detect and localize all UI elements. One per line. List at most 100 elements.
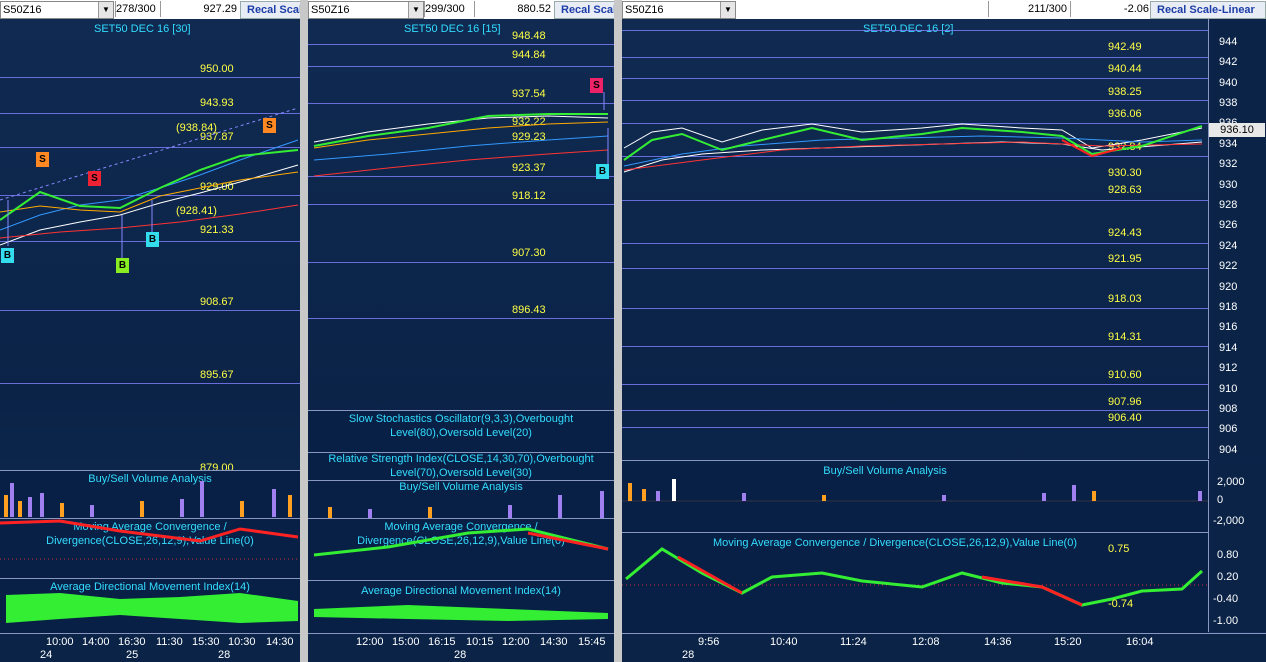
indicator-title: Level(80),Oversold Level(20) xyxy=(390,427,532,439)
time-label: 12:08 xyxy=(912,636,940,648)
level-label: 907.96 xyxy=(1108,396,1142,408)
axis-tick: 944 xyxy=(1219,36,1238,48)
time-label: 14:30 xyxy=(540,636,568,648)
level-label: 918.03 xyxy=(1108,293,1142,305)
date-label: 24 xyxy=(40,649,53,661)
axis-tick: -0.40 xyxy=(1213,593,1239,605)
time-label: 9:56 xyxy=(698,636,720,648)
axis-tick: 934 xyxy=(1219,138,1238,150)
panel-separator[interactable] xyxy=(614,0,622,662)
sell-marker: S xyxy=(88,171,101,186)
volume-indicator: Buy/Sell Volume Analysis xyxy=(308,480,614,519)
axis-tick: 926 xyxy=(1219,219,1238,231)
time-label: 14:00 xyxy=(82,636,110,648)
axis-tick: 920 xyxy=(1219,281,1238,293)
level-label: 907.30 xyxy=(512,247,546,259)
volume-axis: 2,000 0 -2,000 xyxy=(1208,460,1266,532)
time-label: 10:40 xyxy=(770,636,798,648)
axis-tick: 930 xyxy=(1219,179,1238,191)
time-axis: 10:00 14:00 16:30 11:30 15:30 10:30 14:3… xyxy=(0,633,300,662)
chart-panel-1: S50Z16 ▼ 278/300 927.29 Recal Scal SET50 … xyxy=(0,0,300,662)
axis-tick: 942 xyxy=(1219,56,1238,68)
axis-tick: 908 xyxy=(1219,403,1238,415)
panel-separator[interactable] xyxy=(300,0,308,662)
level-label: 910.60 xyxy=(1108,369,1142,381)
axis-tick: 0 xyxy=(1217,494,1224,506)
axis-tick: 918 xyxy=(1219,301,1238,313)
time-label: 10:15 xyxy=(466,636,494,648)
time-label: 11:24 xyxy=(840,636,867,648)
date-label: 28 xyxy=(218,649,231,661)
adx-indicator: Average Directional Movement Index(14) xyxy=(0,578,300,635)
time-label: 14:36 xyxy=(984,636,1012,648)
axis-tick: 914 xyxy=(1219,342,1238,354)
volume-indicator: Buy/Sell Volume Analysis xyxy=(0,470,300,519)
level-label: 914.31 xyxy=(1108,331,1142,343)
price-axis: 944 942 940 938 936 934 932 930 928 926 … xyxy=(1208,19,1266,459)
date-label: 28 xyxy=(454,649,467,661)
adx-indicator: Average Directional Movement Index(14) xyxy=(308,580,614,635)
level-label: 895.67 xyxy=(200,369,234,381)
time-label: 10:30 xyxy=(228,636,256,648)
axis-tick: 922 xyxy=(1219,260,1238,272)
time-label: 16:15 xyxy=(428,636,456,648)
rsi-indicator: Relative Strength Index(CLOSE,14,30,70),… xyxy=(308,452,614,481)
axis-tick: 0.20 xyxy=(1217,571,1239,583)
date-label: 28 xyxy=(682,649,695,661)
level-label: 906.40 xyxy=(1108,412,1142,424)
axis-tick: 2,000 xyxy=(1217,476,1245,488)
buy-marker: B xyxy=(116,258,129,273)
time-label: 10:00 xyxy=(46,636,74,648)
price-chart xyxy=(313,92,609,177)
sell-marker: S xyxy=(590,78,603,93)
sell-marker: S xyxy=(36,152,49,167)
time-label: 14:30 xyxy=(266,636,294,648)
axis-tick: 932 xyxy=(1219,158,1238,170)
time-label: 15:30 xyxy=(192,636,220,648)
time-axis: 9:56 10:40 11:24 12:08 14:36 15:20 16:04… xyxy=(622,633,1266,662)
time-label: 11:30 xyxy=(156,636,183,648)
time-label: 12:00 xyxy=(356,636,384,648)
axis-tick: 0.80 xyxy=(1217,549,1239,561)
buy-marker: B xyxy=(1,248,14,263)
macd-value: -0.74 xyxy=(1108,598,1134,610)
time-label: 15:20 xyxy=(1054,636,1082,648)
time-label: 15:45 xyxy=(578,636,606,648)
axis-tick: 928 xyxy=(1219,199,1238,211)
sell-marker: S xyxy=(263,118,276,133)
axis-tick: 904 xyxy=(1219,444,1238,456)
level-label: 896.43 xyxy=(512,304,546,316)
chart-panel-2: S50Z16 ▼ 299/300 880.52 Recal Scal SET50 … xyxy=(308,0,614,662)
axis-tick: 912 xyxy=(1219,362,1238,374)
time-label: 12:00 xyxy=(502,636,530,648)
price-chart xyxy=(623,123,1203,173)
axis-tick: 938 xyxy=(1219,97,1238,109)
indicator-title: Level(70),Oversold Level(30) xyxy=(390,467,532,479)
axis-tick: 916 xyxy=(1219,321,1238,333)
time-label: 16:04 xyxy=(1126,636,1154,648)
macd-value: 0.75 xyxy=(1108,543,1130,555)
indicator-title: Slow Stochastics Oscillator(9,3,3),Overb… xyxy=(348,413,574,425)
macd-indicator: Moving Average Convergence / Divergence(… xyxy=(622,532,1208,633)
time-label: 15:00 xyxy=(392,636,420,648)
buy-marker: B xyxy=(596,164,609,179)
axis-tick: 910 xyxy=(1219,383,1238,395)
time-label: 16:30 xyxy=(118,636,146,648)
level-label: 921.95 xyxy=(1108,253,1142,265)
buy-marker: B xyxy=(146,232,159,247)
last-price-tag: 936.10 xyxy=(1209,123,1265,137)
axis-tick: 940 xyxy=(1219,77,1238,89)
axis-tick: -2,000 xyxy=(1213,515,1245,527)
axis-tick: 924 xyxy=(1219,240,1238,252)
axis-tick: 906 xyxy=(1219,423,1238,435)
macd-indicator: Moving Average Convergence / Divergence(… xyxy=(0,518,300,579)
volume-indicator: Buy/Sell Volume Analysis xyxy=(622,460,1208,533)
level-label: 924.43 xyxy=(1108,227,1142,239)
date-label: 25 xyxy=(126,649,139,661)
stochastic-indicator: Slow Stochastics Oscillator(9,3,3),Overb… xyxy=(308,410,614,453)
indicator-title: Relative Strength Index(CLOSE,14,30,70),… xyxy=(328,453,594,465)
chart-panel-3: S50Z16 ▼ 211/300 -2.06 Recal Scale-Linear… xyxy=(622,0,1266,662)
time-axis: 12:00 15:00 16:15 10:15 12:00 14:30 15:4… xyxy=(308,633,614,662)
macd-axis: 0.80 0.20 -0.40 -1.00 xyxy=(1208,532,1266,632)
price-chart xyxy=(0,107,299,258)
